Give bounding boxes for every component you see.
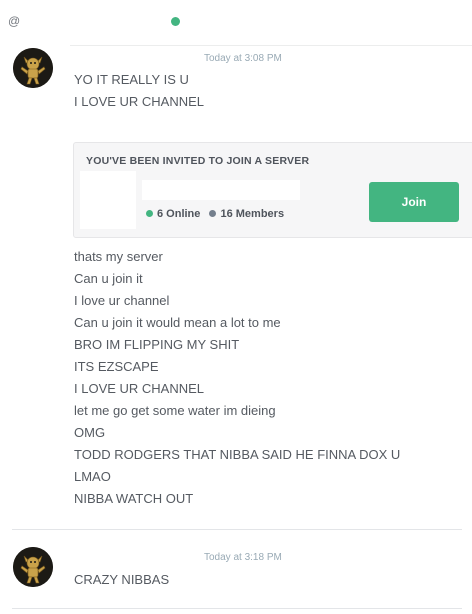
message-group-divider: [12, 608, 462, 609]
message-text: LMAO: [74, 469, 111, 484]
user-avatar[interactable]: [13, 48, 53, 88]
header-divider: [70, 45, 472, 46]
bot-avatar-icon: [13, 48, 53, 88]
message-text: thats my server: [74, 249, 163, 264]
message-text: I LOVE UR CHANNEL: [74, 381, 205, 396]
message-group-divider: [12, 529, 462, 530]
message-text: TODD RODGERS THAT NIBBA SAID HE FINNA DO…: [74, 447, 401, 462]
bot-avatar-icon: [13, 547, 53, 587]
server-name: [142, 180, 300, 200]
message-text: NIBBA WATCH OUT: [74, 491, 194, 506]
mention-prefix: @: [8, 14, 21, 28]
message-text: Can u join it would mean a lot to me: [74, 315, 281, 330]
join-server-button[interactable]: Join: [369, 182, 459, 222]
message-timestamp: Today at 3:08 PM: [204, 53, 282, 64]
online-status-indicator: [171, 17, 180, 26]
message-text: CRAZY NIBBAS: [74, 572, 170, 587]
message-text: Can u join it: [74, 271, 143, 286]
invite-member-counts: 6 Online 16 Members: [146, 208, 284, 220]
message-timestamp: Today at 3:18 PM: [204, 552, 282, 563]
online-dot-icon: [146, 210, 153, 217]
message-text: OMG: [74, 425, 106, 440]
server-icon[interactable]: [80, 171, 136, 229]
message-text: let me go get some water im dieing: [74, 403, 276, 418]
user-avatar[interactable]: [13, 547, 53, 587]
message-text: ITS EZSCAPE: [74, 359, 159, 374]
server-invite-card: YOU'VE BEEN INVITED TO JOIN A SERVER 6 O…: [73, 142, 472, 238]
message-text: I LOVE UR CHANNEL: [74, 94, 205, 109]
message-text: BRO IM FLIPPING MY SHIT: [74, 337, 240, 352]
members-dot-icon: [209, 210, 217, 217]
channel-header: @: [0, 0, 472, 46]
invite-title: YOU'VE BEEN INVITED TO JOIN A SERVER: [86, 155, 310, 167]
message-text: I love ur channel: [74, 293, 170, 308]
online-count: 6 Online: [157, 208, 201, 220]
message-text: YO IT REALLY IS U: [74, 72, 189, 87]
member-count: 16 Members: [220, 208, 285, 220]
